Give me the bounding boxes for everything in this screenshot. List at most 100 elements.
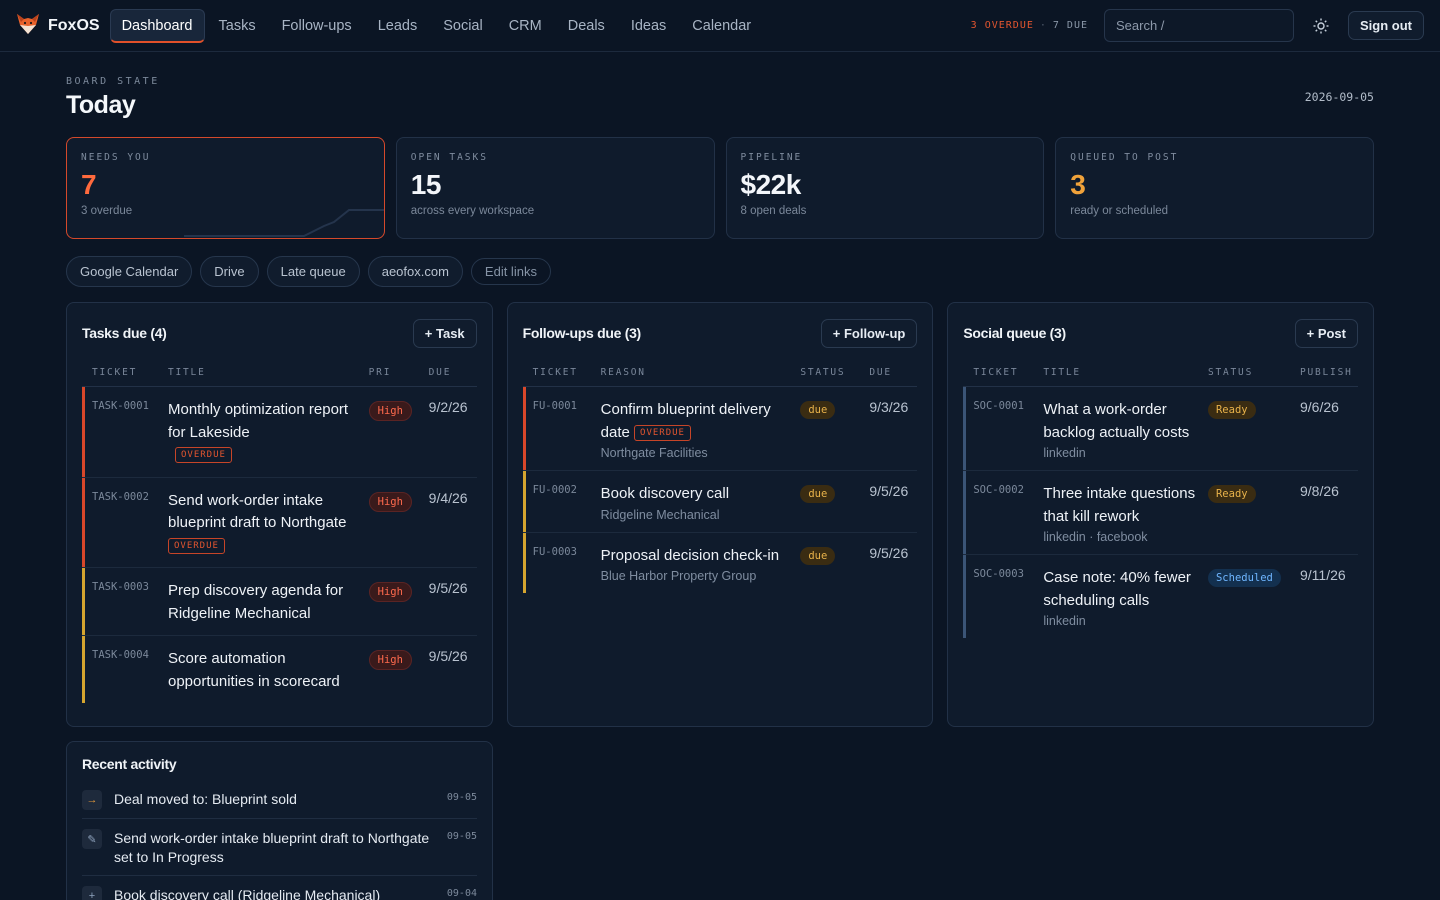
post-channels: linkedin [1043, 614, 1086, 628]
nav-deals[interactable]: Deals [556, 9, 617, 43]
tasks-table: TICKET TITLE PRI DUE TASK-0001 Monthly o… [82, 367, 477, 703]
col-priority[interactable]: PRI [358, 367, 419, 387]
due-date: 9/5/26 [869, 544, 909, 561]
stat-card-needs-you[interactable]: NEEDS YOU 7 3 overdue [66, 137, 385, 239]
ticket-id: TASK-0004 [82, 636, 158, 704]
nav-ideas[interactable]: Ideas [619, 9, 678, 43]
col-reason[interactable]: REASON [590, 367, 791, 387]
priority-badge: High [368, 582, 412, 602]
brand[interactable]: FoxOS [16, 13, 100, 38]
table-row[interactable]: SOC-0001 What a work-order backlog actua… [963, 386, 1358, 471]
table-row[interactable]: TASK-0001 Monthly optimization report fo… [82, 386, 477, 478]
company-name[interactable]: Ridgeline Mechanical [601, 508, 791, 522]
col-status[interactable]: STATUS [1197, 367, 1290, 387]
stat-value: 15 [410, 169, 442, 200]
social-panel: Social queue (3) + Post TICKET TITLE STA… [947, 302, 1374, 727]
sign-out-button[interactable]: Sign out [1348, 11, 1424, 40]
col-ticket[interactable]: TICKET [82, 367, 158, 387]
link-drive[interactable]: Drive [200, 256, 259, 287]
activity-text: Send work-order intake blueprint draft t… [114, 830, 430, 865]
post-channels: linkedin · facebook [1043, 530, 1148, 544]
ticket-id: SOC-0001 [963, 386, 1034, 471]
col-publish[interactable]: PUBLISH [1289, 367, 1358, 387]
activity-item[interactable]: → Deal moved to: Blueprint sold 09-05 [82, 780, 477, 819]
col-due[interactable]: DUE [859, 367, 918, 387]
quick-links: Google Calendar Drive Late queue aeofox.… [66, 256, 1374, 287]
col-status[interactable]: STATUS [790, 367, 860, 387]
panel-title: Social queue (3) [963, 325, 1066, 341]
nav-social[interactable]: Social [431, 9, 495, 43]
table-row[interactable]: TASK-0002 Send work-order intake bluepri… [82, 477, 477, 568]
post-title: What a work-order backlog actually costs [1043, 401, 1190, 441]
overdue-tag: OVERDUE [634, 424, 691, 441]
col-ticket[interactable]: TICKET [522, 367, 591, 387]
table-row[interactable]: SOC-0002 Three intake questions that kil… [963, 470, 1358, 555]
post-channels: linkedin [1043, 446, 1086, 460]
table-row[interactable]: TASK-0004 Score automation opportunities… [82, 636, 477, 704]
stat-label: PIPELINE [740, 152, 803, 163]
task-title: Send work-order intake blueprint draft t… [168, 491, 347, 532]
col-title[interactable]: TITLE [1033, 367, 1198, 387]
page-title: Today [66, 91, 136, 119]
fox-logo-icon [16, 13, 40, 38]
company-name[interactable]: Blue Harbor Property Group [601, 569, 791, 583]
due-date: 9/5/26 [428, 648, 468, 664]
stat-card-open-tasks[interactable]: OPEN TASKS 15 across every workspace [395, 137, 715, 239]
table-row[interactable]: FU-0002 Book discovery call Ridgeline Me… [522, 470, 918, 533]
table-row[interactable]: TASK-0003 Prep discovery agenda for Ridg… [82, 567, 477, 636]
theme-toggle-sun-icon[interactable] [1306, 11, 1336, 41]
due-date: 9/4/26 [418, 477, 477, 568]
col-due[interactable]: DUE [418, 367, 477, 387]
ticket-id: SOC-0003 [963, 555, 1033, 639]
due-counter[interactable]: 3 OVERDUE · 7 DUE [971, 20, 1088, 31]
panel-title: Tasks due (4) [82, 325, 167, 341]
company-name[interactable]: Northgate Facilities [601, 446, 791, 460]
nav-leads[interactable]: Leads [366, 9, 430, 43]
link-google-calendar[interactable]: Google Calendar [66, 256, 193, 287]
nav-crm[interactable]: CRM [497, 9, 554, 43]
status-badge: due [800, 546, 836, 565]
stat-card-queued-to-post[interactable]: QUEUED TO POST 3 ready or scheduled [1055, 137, 1374, 239]
activity-time: 09-05 [446, 792, 477, 803]
priority-badge: High [368, 491, 412, 512]
activity-item[interactable]: ✎ Send work-order intake blueprint draft… [82, 819, 477, 876]
stat-value: 3 [1070, 169, 1086, 200]
add-follow-up-button[interactable]: + Follow-up [820, 318, 918, 348]
nav-follow-ups[interactable]: Follow-ups [270, 9, 364, 43]
add-post-button[interactable]: + Post [1294, 318, 1358, 348]
col-ticket[interactable]: TICKET [963, 367, 1034, 387]
publish-date: 9/8/26 [1289, 470, 1358, 555]
activity-time: 09-05 [446, 831, 477, 842]
table-row[interactable]: FU-0003 Proposal decision check-in Blue … [523, 532, 918, 593]
main-nav: Dashboard Tasks Follow-ups Leads Social … [109, 8, 766, 43]
overdue-count: 3 OVERDUE [970, 20, 1034, 31]
brand-name: FoxOS [48, 16, 100, 34]
ticket-id: FU-0002 [522, 470, 591, 533]
activity-text: Deal moved to: Blueprint sold [114, 791, 297, 807]
search-input[interactable]: Search / [1104, 9, 1294, 42]
stat-cards: NEEDS YOU 7 3 overdue OPEN TASKS 15 acro… [66, 137, 1374, 239]
priority-badge: High [368, 401, 412, 421]
table-row[interactable]: FU-0001 Confirm blueprint delivery date … [522, 386, 918, 471]
add-task-button[interactable]: + Task [412, 318, 477, 348]
nav-tasks[interactable]: Tasks [207, 9, 268, 43]
stat-card-pipeline[interactable]: PIPELINE $22k 8 open deals [725, 137, 1045, 239]
overdue-tag: OVERDUE [168, 537, 225, 554]
ticket-id: TASK-0002 [82, 477, 158, 568]
stat-value: $22k [740, 169, 802, 200]
post-title: Case note: 40% fewer scheduling calls [1043, 569, 1191, 609]
table-row[interactable]: SOC-0003 Case note: 40% fewer scheduling… [963, 555, 1358, 639]
link-aeofox[interactable]: aeofox.com [367, 256, 463, 287]
stat-sub: 8 open deals [740, 205, 807, 217]
task-title: Monthly optimization report for Lakeside [168, 401, 349, 441]
stat-label: NEEDS YOU [81, 152, 151, 163]
link-late-queue[interactable]: Late queue [266, 256, 360, 287]
ticket-id: FU-0003 [523, 532, 591, 593]
ticket-id: SOC-0002 [963, 470, 1034, 555]
overdue-tag: OVERDUE [175, 447, 232, 463]
col-title[interactable]: TITLE [158, 367, 359, 387]
nav-dashboard[interactable]: Dashboard [109, 8, 205, 43]
activity-item[interactable]: + Book discovery call (Ridgeline Mechani… [82, 876, 477, 900]
nav-calendar[interactable]: Calendar [680, 9, 763, 43]
edit-links-button[interactable]: Edit links [470, 258, 551, 285]
